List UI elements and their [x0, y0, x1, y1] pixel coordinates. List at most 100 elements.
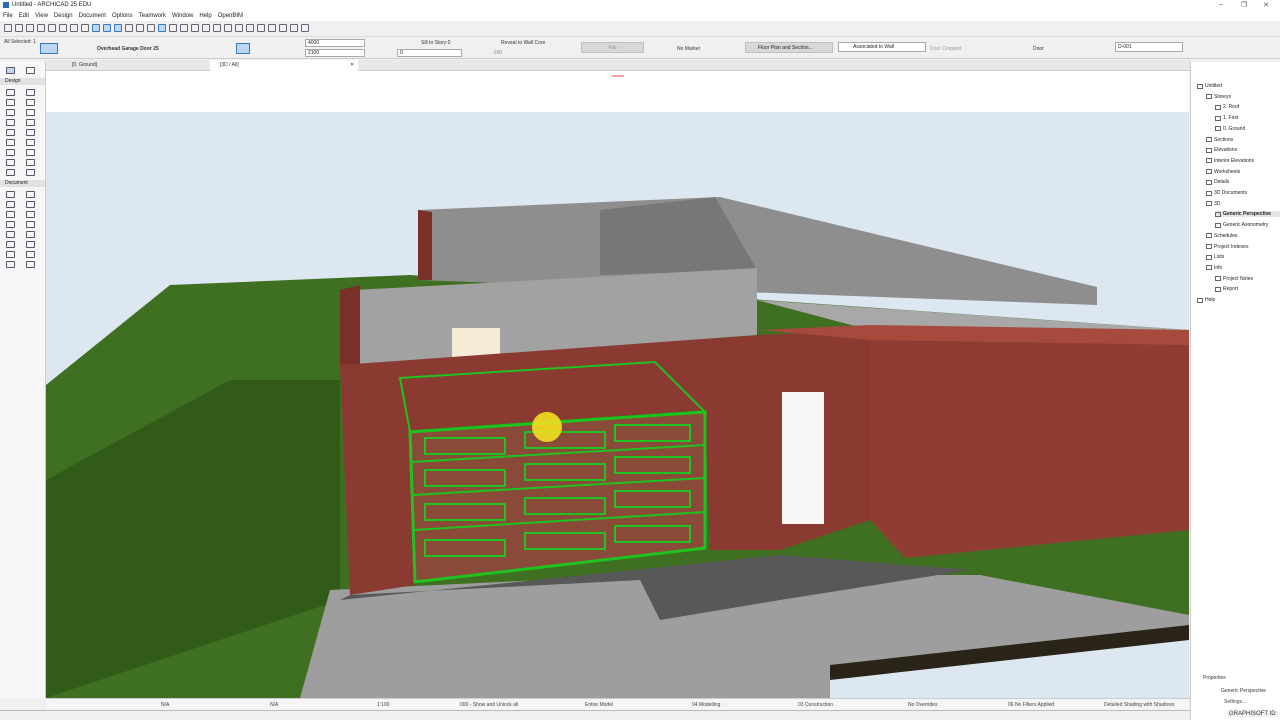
line-tool-icon[interactable] — [25, 211, 35, 218]
text-tool-icon[interactable] — [6, 201, 15, 208]
gravity-icon[interactable] — [103, 24, 111, 32]
snap-guides-icon[interactable] — [92, 24, 100, 32]
redo-icon[interactable] — [26, 24, 34, 32]
design-section[interactable]: Design — [0, 78, 45, 85]
offset-icon[interactable] — [246, 24, 254, 32]
sill-field[interactable]: 0 — [397, 49, 462, 57]
elevation-tool-icon[interactable] — [6, 251, 15, 258]
slab-tool-icon[interactable] — [6, 119, 15, 126]
menu-design[interactable]: Design — [54, 13, 73, 19]
roof-icon[interactable] — [257, 24, 265, 32]
overrides-select[interactable]: No Overrides — [908, 702, 937, 708]
railing-tool-icon[interactable] — [25, 129, 35, 136]
navigator-item[interactable]: Sections — [1206, 137, 1233, 143]
dimension-tool-icon[interactable] — [6, 191, 15, 198]
detail-tool-icon[interactable] — [6, 261, 15, 268]
polyline-tool-icon[interactable] — [25, 221, 35, 228]
explode-icon[interactable] — [180, 24, 188, 32]
trim-icon[interactable] — [213, 24, 221, 32]
beam-tool-icon[interactable] — [6, 109, 15, 116]
navigator-item[interactable]: 1. First — [1215, 115, 1238, 121]
fillet-icon[interactable] — [235, 24, 243, 32]
layer-combo-select[interactable]: 000 - Show and Unlock all — [460, 702, 518, 708]
navigator-item[interactable]: Elevations — [1206, 147, 1237, 153]
navigator-item[interactable]: 0. Ground — [1215, 126, 1245, 132]
mesh-tool-icon[interactable] — [6, 149, 15, 156]
close-button[interactable]: ✕ — [1263, 1, 1269, 9]
level-dim-tool-icon[interactable] — [25, 191, 35, 198]
spline-tool-icon[interactable] — [6, 231, 15, 238]
dimension-icon[interactable] — [169, 24, 177, 32]
minimize-button[interactable]: – — [1219, 1, 1223, 8]
menu-openbim[interactable]: OpenBIM — [218, 13, 243, 19]
magic-wand-icon[interactable] — [136, 24, 144, 32]
association-select[interactable]: Associated to Wall — [838, 42, 926, 52]
restore-button[interactable]: ❐ — [1241, 1, 1247, 9]
arc-tool-icon[interactable] — [6, 221, 15, 228]
lamp-tool-icon[interactable] — [6, 169, 15, 176]
camera-tool-icon[interactable] — [25, 261, 35, 268]
curtain-wall-tool-icon[interactable] — [25, 119, 35, 126]
object-tool-icon[interactable] — [25, 159, 35, 166]
menu-teamwork[interactable]: Teamwork — [139, 13, 166, 19]
display-select[interactable]: Floor Plan and Section... — [745, 42, 833, 53]
tab-floor-plan[interactable]: [0. Ground] — [72, 62, 97, 68]
navigator-item[interactable]: 2. Roof — [1215, 104, 1239, 110]
adjust-icon[interactable] — [224, 24, 232, 32]
navigator-item[interactable]: Generic Perspective — [1215, 211, 1280, 218]
width-field[interactable]: 4000 — [305, 39, 365, 47]
menu-file[interactable]: File — [3, 13, 13, 19]
3d-window-icon[interactable] — [59, 24, 67, 32]
navigator-item[interactable]: Storeys — [1206, 94, 1231, 100]
navigator-item[interactable]: Project Indexes — [1206, 244, 1248, 250]
navigator-item[interactable]: 3D — [1206, 201, 1220, 207]
grid-icon[interactable] — [125, 24, 133, 32]
stair-tool-icon[interactable] — [6, 129, 15, 136]
flip-button[interactable]: Flip — [581, 42, 644, 53]
tab-3d[interactable]: [3D / All] — [220, 62, 239, 68]
menu-options[interactable]: Options — [112, 13, 133, 19]
wall-tool-icon[interactable] — [6, 89, 15, 96]
arrow-tool-icon[interactable] — [6, 67, 15, 74]
attributes-icon[interactable] — [290, 24, 298, 32]
navigator-item[interactable]: Report — [1215, 286, 1238, 292]
target-icon[interactable] — [191, 24, 199, 32]
marker-select[interactable]: No Marker — [677, 46, 700, 52]
tab-close-button[interactable]: ✕ — [350, 62, 354, 68]
menu-document[interactable]: Document — [79, 13, 106, 19]
lock-icon[interactable] — [147, 24, 155, 32]
scale-select[interactable]: 1:100 — [377, 702, 390, 708]
label-tool-icon[interactable] — [25, 201, 35, 208]
navigator-item[interactable]: Project Notes — [1215, 276, 1253, 282]
navigator-item[interactable]: Schedules — [1206, 233, 1237, 239]
menu-view[interactable]: View — [35, 13, 48, 19]
menu-help[interactable]: Help — [199, 13, 211, 19]
navigator-item[interactable]: Untitled — [1197, 83, 1222, 89]
navigator-item[interactable]: Info — [1206, 265, 1222, 271]
pen-set-select[interactable]: 04 Modelling — [692, 702, 720, 708]
navigator-item[interactable]: Interior Elevations — [1206, 158, 1254, 164]
morph-tool-icon[interactable] — [25, 149, 35, 156]
skylight-tool-icon[interactable] — [25, 109, 35, 116]
inject-icon[interactable] — [81, 24, 89, 32]
roof-tool-icon[interactable] — [6, 139, 15, 146]
window-tool-icon[interactable] — [25, 99, 35, 106]
section-tool-icon[interactable] — [25, 241, 35, 248]
id-field[interactable]: D-001 — [1115, 42, 1183, 52]
model-select[interactable]: Entire Model — [585, 702, 613, 708]
anchor-button[interactable] — [236, 43, 250, 54]
menu-window[interactable]: Window — [172, 13, 193, 19]
favorite-button[interactable] — [40, 43, 58, 54]
fill-tool-icon[interactable] — [6, 211, 15, 218]
filters-select[interactable]: 06 No Filters Applied — [1008, 702, 1054, 708]
settings-button[interactable]: Settings... — [1224, 699, 1246, 705]
navigator-item[interactable]: Generic Axonometry — [1215, 222, 1268, 228]
navigator-item[interactable]: Lists — [1206, 254, 1224, 260]
pickup-icon[interactable] — [70, 24, 78, 32]
figure-tool-icon[interactable] — [6, 241, 15, 248]
navigator-item[interactable]: Help — [1197, 297, 1215, 303]
model-view-select[interactable]: 03 Construction — [798, 702, 833, 708]
solid-ops-icon[interactable] — [268, 24, 276, 32]
shell-tool-icon[interactable] — [25, 139, 35, 146]
3d-viewport[interactable] — [46, 71, 1189, 698]
